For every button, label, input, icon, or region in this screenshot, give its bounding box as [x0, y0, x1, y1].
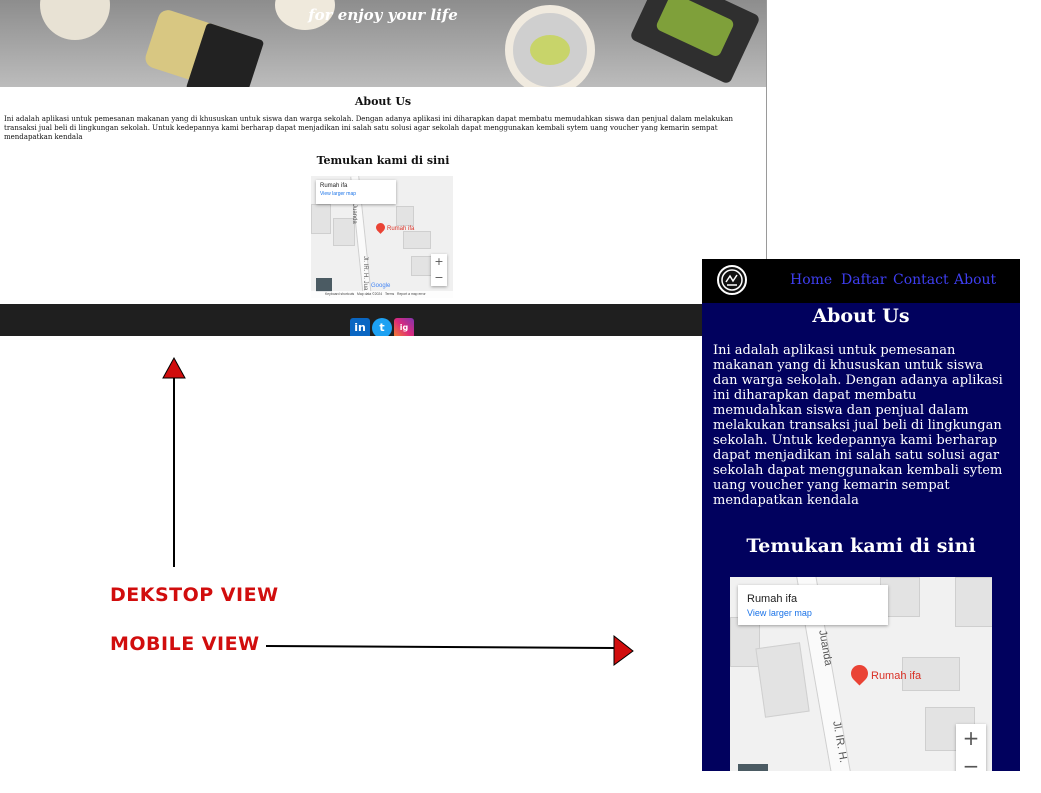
arrow-right-icon — [265, 634, 634, 666]
zoom-out-button[interactable]: − — [956, 752, 986, 771]
map-satellite-thumbnail[interactable] — [738, 764, 768, 771]
nav-home-link[interactable]: Home — [790, 272, 832, 288]
desktop-view-label: DEKSTOP VIEW — [110, 584, 279, 606]
mobile-navbar: Home Daftar Contact About — [702, 259, 1020, 303]
mobile-view-label: MOBILE VIEW — [110, 633, 260, 655]
map-pin-label: Rumah ifa — [871, 670, 922, 682]
nav-contact-link[interactable]: Contact — [893, 272, 949, 288]
map-zoom-control: + − — [956, 724, 986, 771]
nav-daftar-link[interactable]: Daftar — [841, 272, 886, 288]
map-building — [755, 642, 810, 718]
map-place-name: Rumah ifa — [747, 593, 798, 605]
nav-about-link[interactable]: About — [954, 272, 996, 288]
logo-icon[interactable] — [717, 265, 747, 295]
find-us-title: Temukan kami di sini — [746, 535, 976, 557]
embedded-map[interactable]: Rumah ifa View larger map Juanda Jl. IR.… — [730, 577, 992, 771]
zoom-in-button[interactable]: + — [956, 724, 986, 752]
about-text: Ini adalah aplikasi untuk pemesanan maka… — [713, 343, 1003, 508]
about-title: About Us — [812, 305, 910, 327]
view-larger-map-link[interactable]: View larger map — [747, 608, 879, 618]
map-building — [955, 577, 992, 627]
map-info-card: Rumah ifa View larger map — [738, 585, 888, 625]
arrow-up-icon — [162, 356, 186, 567]
map-pin-icon[interactable] — [847, 661, 872, 686]
mobile-view: Home Daftar Contact About About Us Ini a… — [702, 259, 1020, 771]
